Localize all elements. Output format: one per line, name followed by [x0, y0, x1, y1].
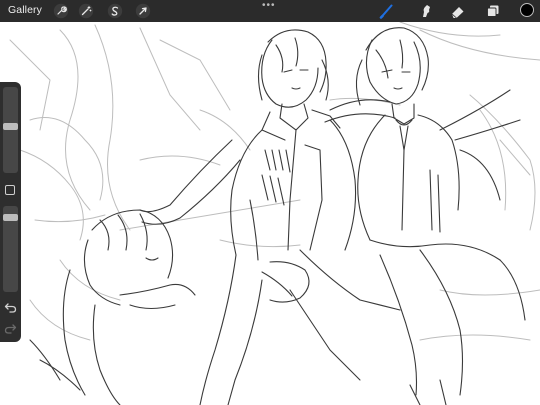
left-sidebar [0, 82, 21, 342]
brush-size-slider[interactable] [3, 87, 18, 173]
wrench-icon[interactable] [53, 3, 69, 19]
brush-icon[interactable] [379, 3, 395, 19]
undo-icon[interactable] [4, 301, 17, 314]
opacity-slider[interactable] [3, 206, 18, 292]
color-picker-button[interactable] [520, 3, 534, 17]
more-options-button[interactable]: ••• [262, 0, 276, 11]
arrow-cursor-icon[interactable] [135, 3, 151, 19]
eraser-icon[interactable] [450, 3, 466, 19]
drawing-canvas[interactable] [0, 0, 540, 405]
opacity-thumb[interactable] [3, 214, 18, 221]
smudge-icon[interactable] [418, 3, 434, 19]
selection-s-icon[interactable] [107, 3, 123, 19]
top-toolbar: Gallery ••• [0, 0, 540, 22]
magic-wand-icon[interactable] [78, 3, 94, 19]
square-icon[interactable] [5, 185, 15, 195]
gallery-button[interactable]: Gallery [8, 4, 42, 16]
layers-icon[interactable] [485, 3, 501, 19]
redo-icon[interactable] [4, 322, 17, 335]
brush-size-thumb[interactable] [3, 123, 18, 130]
